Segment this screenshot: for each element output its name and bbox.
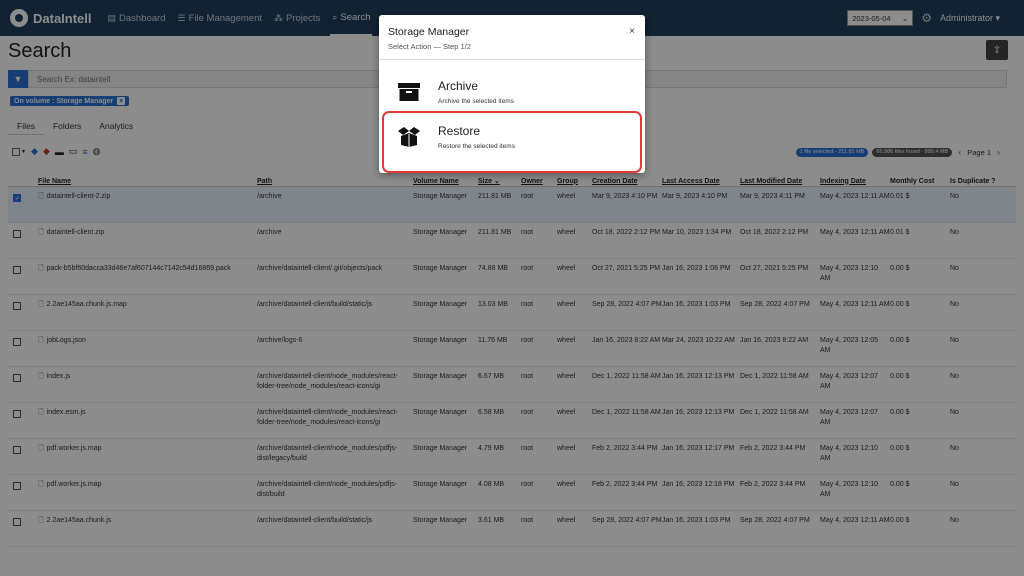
archive-action-desc: Archive the selected items [438, 98, 514, 105]
modal-title: Storage Manager [388, 26, 470, 38]
storage-manager-modal: Storage Manager Select Action — Step 1/2… [379, 15, 645, 173]
modal-divider [379, 59, 645, 60]
archive-action-title: Archive [438, 79, 479, 93]
archive-action[interactable]: Archive Archive the selected items [386, 70, 638, 114]
close-icon[interactable]: × [629, 26, 635, 37]
archive-box-icon [394, 78, 424, 106]
restore-highlight [382, 111, 642, 173]
modal-subtitle: Select Action — Step 1/2 [388, 42, 471, 51]
